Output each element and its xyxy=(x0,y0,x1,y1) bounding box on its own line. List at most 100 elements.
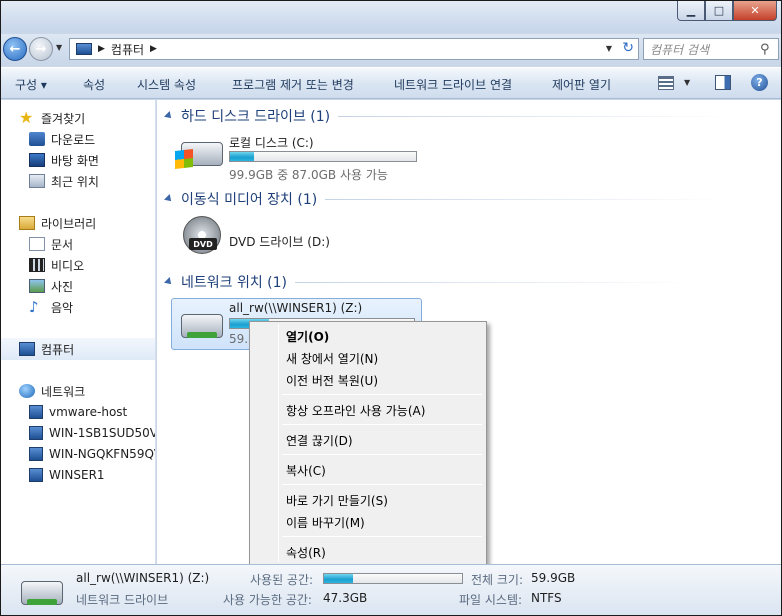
collapse-arrow-icon[interactable] xyxy=(164,111,174,121)
group-header-network[interactable]: 네트워크 위치 (1) xyxy=(164,272,696,292)
nav-libraries[interactable]: 라이브러리 xyxy=(19,214,96,232)
search-input[interactable]: 컴퓨터 검색 xyxy=(650,41,760,58)
menu-separator xyxy=(282,394,482,395)
hard-drive-icon xyxy=(175,132,225,174)
drive-usage-fill xyxy=(230,152,255,161)
details-fs-value: NTFS xyxy=(531,591,562,605)
details-used-label: 사용된 공간: xyxy=(250,573,314,587)
nav-host[interactable]: WINSER1 xyxy=(29,466,105,484)
menu-open[interactable]: 열기(O) xyxy=(286,328,329,345)
breadcrumb-chevron-icon[interactable]: ▶ xyxy=(150,44,157,54)
change-view-icon[interactable] xyxy=(658,76,674,90)
menu-always-offline[interactable]: 항상 오프라인 사용 가능(A) xyxy=(286,402,425,419)
group-header-hdd[interactable]: 하드 디스크 드라이브 (1) xyxy=(164,106,739,126)
pictures-icon xyxy=(29,279,45,293)
close-button[interactable]: ✕ xyxy=(733,1,777,21)
nav-pictures[interactable]: 사진 xyxy=(29,277,73,295)
desktop-icon xyxy=(29,153,45,167)
documents-icon xyxy=(29,237,45,251)
downloads-folder-icon xyxy=(29,132,45,146)
network-computer-icon xyxy=(29,468,43,482)
preview-pane-icon[interactable] xyxy=(715,75,731,90)
nav-documents[interactable]: 문서 xyxy=(29,235,73,253)
network-computer-icon xyxy=(29,447,43,461)
nav-videos[interactable]: 비디오 xyxy=(29,256,84,274)
nav-network[interactable]: 네트워크 xyxy=(19,382,85,400)
map-network-drive-button[interactable]: 네트워크 드라이브 연결 xyxy=(394,76,512,93)
nav-computer[interactable]: 컴퓨터 xyxy=(1,338,155,360)
menu-create-shortcut[interactable]: 바로 가기 만들기(S) xyxy=(286,492,388,509)
details-drive-name: all_rw(\\WINSER1) (Z:) xyxy=(76,571,210,585)
uninstall-program-button[interactable]: 프로그램 제거 또는 변경 xyxy=(232,76,354,93)
details-drive-type: 네트워크 드라이브 xyxy=(76,593,169,607)
nav-label: WINSER1 xyxy=(49,468,105,482)
network-drive-icon xyxy=(17,573,63,611)
nav-host[interactable]: WIN-1SB1SUD50VF xyxy=(29,424,155,442)
breadcrumb-chevron-icon[interactable]: ▶ xyxy=(98,44,105,54)
nav-desktop[interactable]: 바탕 화면 xyxy=(29,151,99,169)
nav-music[interactable]: ♪ 음악 xyxy=(29,298,73,316)
nav-label: 다운로드 xyxy=(51,132,96,147)
nav-favorites[interactable]: ★ 즐겨찾기 xyxy=(19,109,85,127)
drive-d[interactable]: DVD DVD 드라이브 (D:) xyxy=(171,214,431,264)
details-total-label: 전체 크기: xyxy=(471,573,524,587)
nav-label: 음악 xyxy=(51,300,74,315)
drive-name: all_rw(\\WINSER1) (Z:) xyxy=(229,301,363,315)
collapse-arrow-icon[interactable] xyxy=(164,277,174,287)
back-arrow-icon: ← xyxy=(9,41,21,57)
collapse-arrow-icon[interactable] xyxy=(164,194,174,204)
drive-c[interactable]: 로컬 디스크 (C:) 99.9GB 중 87.0GB 사용 가능 xyxy=(171,130,431,182)
menu-rename[interactable]: 이름 바꾸기(M) xyxy=(286,514,365,531)
group-divider xyxy=(338,115,739,117)
libraries-icon xyxy=(19,216,35,230)
maximize-button[interactable]: □ xyxy=(705,1,733,21)
nav-recent-places[interactable]: 최근 위치 xyxy=(29,172,99,190)
nav-label: 비디오 xyxy=(51,258,85,273)
search-box[interactable]: 컴퓨터 검색 ⚲ xyxy=(643,38,779,60)
group-title: 네트워크 위치 (1) xyxy=(181,275,288,291)
menu-separator xyxy=(282,454,482,455)
nav-host[interactable]: WIN-NGQKFN59QV xyxy=(29,445,155,463)
title-bar[interactable]: ▁ □ ✕ xyxy=(1,1,781,31)
refresh-icon[interactable]: ↻ xyxy=(622,40,634,56)
forward-button[interactable]: → xyxy=(29,37,53,61)
dvd-label: DVD xyxy=(189,238,217,250)
videos-icon xyxy=(29,258,45,272)
properties-button[interactable]: 속성 xyxy=(83,76,105,93)
menu-properties[interactable]: 속성(R) xyxy=(286,544,326,561)
star-icon: ★ xyxy=(19,108,34,127)
details-fs-label: 파일 시스템: xyxy=(459,593,523,607)
network-computer-icon xyxy=(29,426,43,440)
details-free-value: 47.3GB xyxy=(323,591,368,605)
back-button[interactable]: ← xyxy=(3,37,27,61)
network-drive-icon xyxy=(175,304,225,346)
open-control-panel-button[interactable]: 제어판 열기 xyxy=(552,76,611,93)
address-dropdown-icon[interactable]: ▼ xyxy=(606,44,612,53)
menu-separator xyxy=(282,424,482,425)
nav-downloads[interactable]: 다운로드 xyxy=(29,130,95,148)
menu-copy[interactable]: 복사(C) xyxy=(286,462,326,479)
menu-separator xyxy=(282,536,482,537)
menu-disconnect[interactable]: 연결 끊기(D) xyxy=(286,432,353,449)
command-bar: 구성 ▾ 속성 시스템 속성 프로그램 제거 또는 변경 네트워크 드라이브 연… xyxy=(1,67,781,99)
menu-restore-previous[interactable]: 이전 버전 복원(U) xyxy=(286,372,378,389)
nav-label: 사진 xyxy=(51,279,74,294)
menu-separator xyxy=(282,484,482,485)
organize-button[interactable]: 구성 ▾ xyxy=(15,76,47,93)
system-properties-button[interactable]: 시스템 속성 xyxy=(137,76,196,93)
explorer-window: ▁ □ ✕ ← → ▼ ▶ 컴퓨터 ▶ ▼ ↻ 컴퓨터 검색 ⚲ 구성 ▾ 속성… xyxy=(0,0,782,616)
minimize-button[interactable]: ▁ xyxy=(677,1,705,21)
nav-label: 문서 xyxy=(51,237,74,252)
breadcrumb-computer[interactable]: 컴퓨터 xyxy=(111,41,144,58)
nav-host[interactable]: vmware-host xyxy=(29,403,127,421)
group-header-removable[interactable]: 이동식 미디어 장치 (1) xyxy=(164,189,726,209)
help-icon[interactable]: ? xyxy=(751,74,768,91)
nav-label: vmware-host xyxy=(49,405,128,419)
view-dropdown-icon[interactable]: ▼ xyxy=(684,78,690,87)
recent-pages-dropdown-icon[interactable]: ▼ xyxy=(56,43,62,52)
search-icon[interactable]: ⚲ xyxy=(760,42,778,57)
group-title: 하드 디스크 드라이브 (1) xyxy=(181,109,331,125)
address-bar[interactable]: ▶ 컴퓨터 ▶ ▼ ↻ xyxy=(69,38,639,60)
menu-open-new-window[interactable]: 새 창에서 열기(N) xyxy=(286,350,378,367)
nav-label: 컴퓨터 xyxy=(41,342,75,357)
